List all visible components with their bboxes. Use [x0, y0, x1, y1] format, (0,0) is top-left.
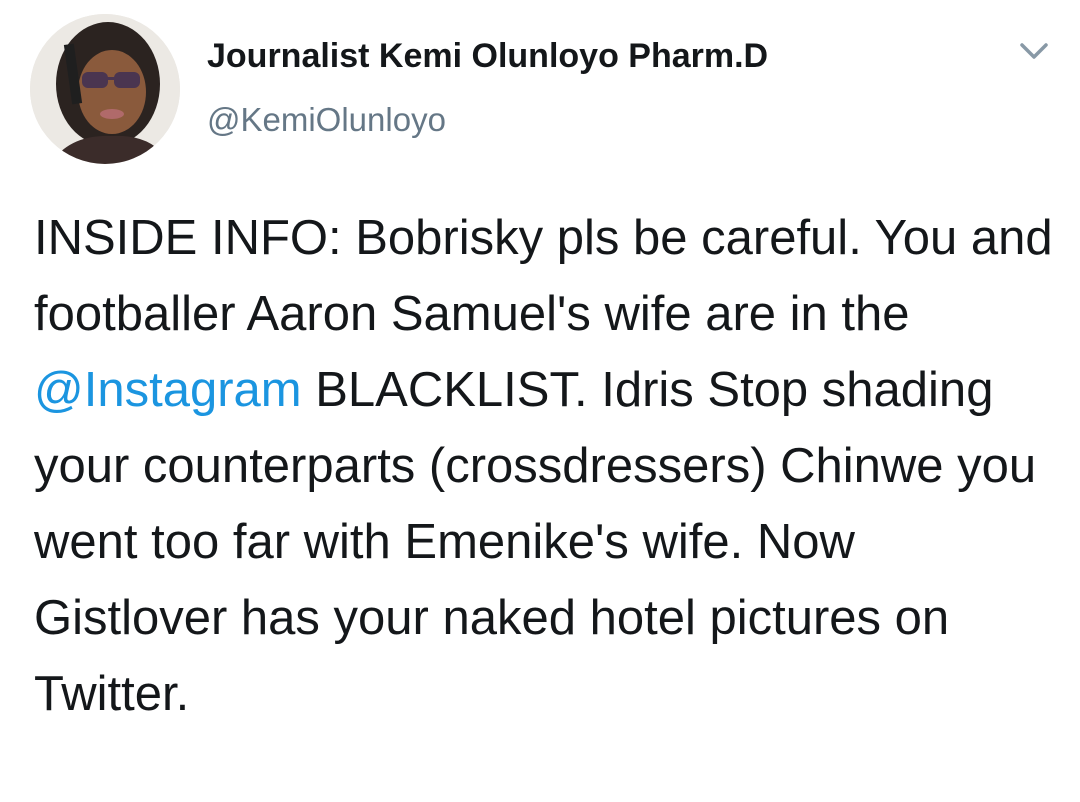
chevron-down-icon[interactable]	[1014, 36, 1054, 66]
author-avatar[interactable]	[30, 14, 180, 164]
author-display-name[interactable]: Journalist Kemi Olunloyo Pharm.D	[207, 36, 768, 76]
tweet-text: INSIDE INFO: Bobrisky pls be careful. Yo…	[34, 200, 1054, 732]
tweet-text-part-1: INSIDE INFO: Bobrisky pls be careful. Yo…	[34, 211, 1067, 341]
author-handle[interactable]: @KemiOlunloyo	[207, 100, 446, 140]
avatar-photo	[30, 14, 180, 164]
tweet-card: Journalist Kemi Olunloyo Pharm.D @KemiOl…	[0, 0, 1080, 802]
instagram-mention-link[interactable]: @Instagram	[34, 363, 302, 417]
